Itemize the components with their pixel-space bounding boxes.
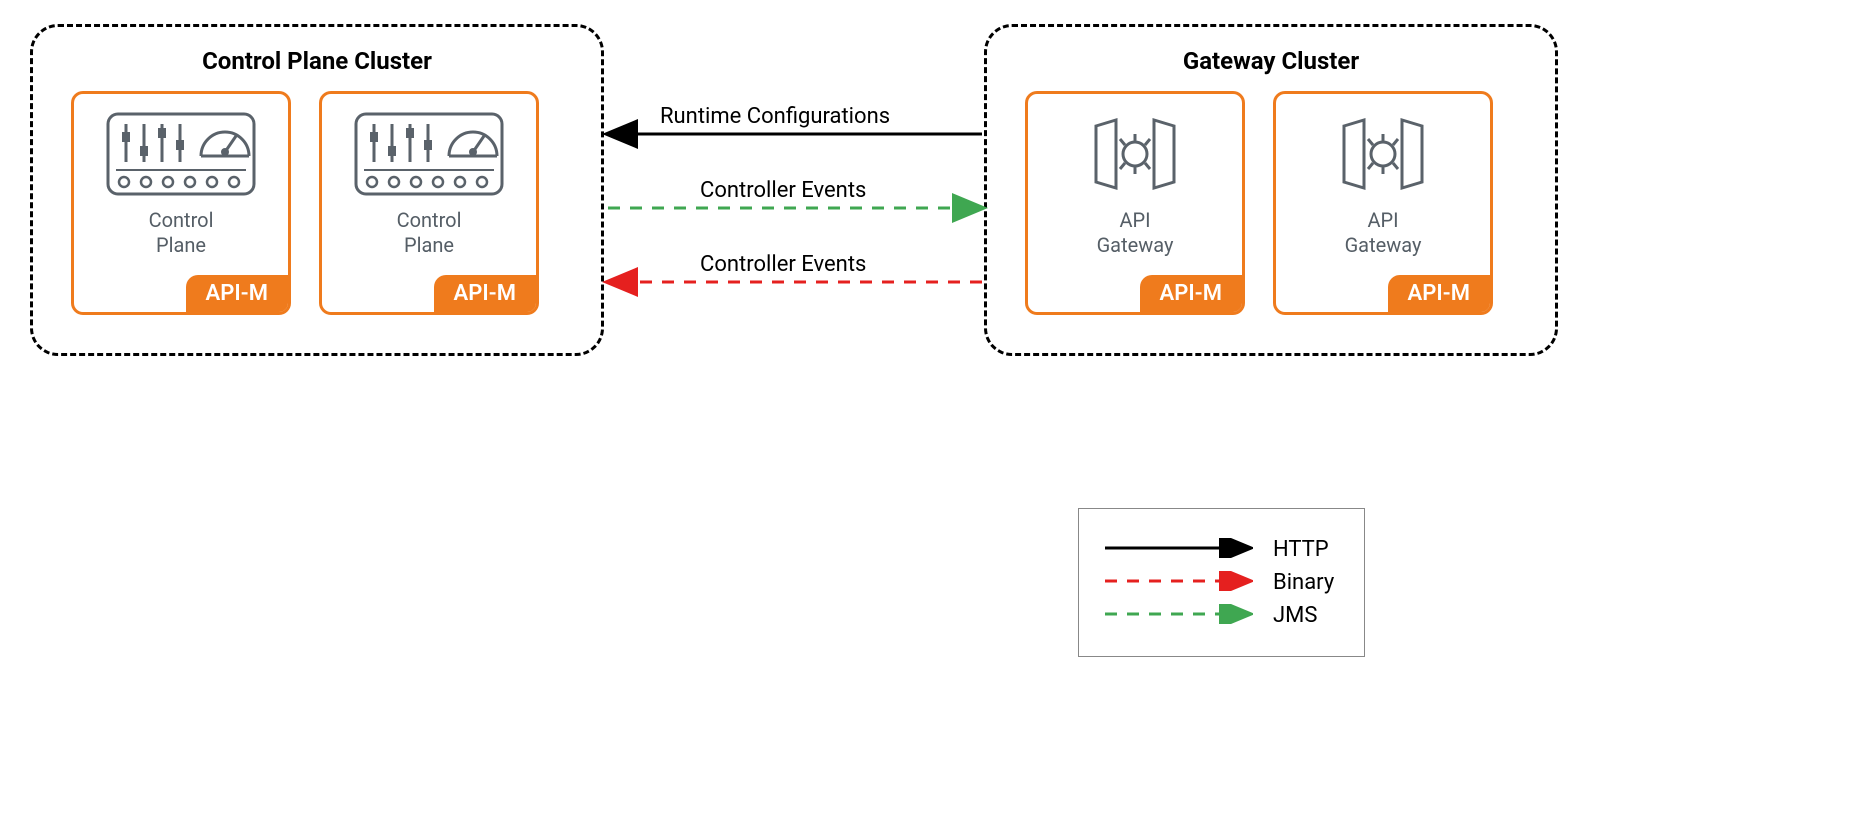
legend-label: HTTP bbox=[1273, 537, 1329, 562]
cluster-nodes: ControlPlane API-M bbox=[33, 91, 601, 353]
gateway-cluster: Gateway Cluster APIGa bbox=[984, 24, 1558, 356]
legend-row-binary: Binary bbox=[1103, 570, 1334, 595]
legend-row-http: HTTP bbox=[1103, 537, 1334, 562]
node-label: ControlPlane bbox=[149, 208, 214, 258]
node-badge: API-M bbox=[1140, 275, 1242, 312]
legend-arrow-binary bbox=[1103, 571, 1253, 595]
control-plane-cluster: Control Plane Cluster bbox=[30, 24, 604, 356]
connector-label-events-green: Controller Events bbox=[700, 178, 866, 203]
connector-label-runtime: Runtime Configurations bbox=[660, 104, 890, 129]
control-plane-node: ControlPlane API-M bbox=[319, 91, 539, 315]
cluster-nodes: APIGateway API-M bbox=[987, 91, 1555, 353]
cluster-title: Control Plane Cluster bbox=[33, 47, 601, 75]
control-panel-icon bbox=[106, 112, 256, 196]
control-panel-icon bbox=[354, 112, 504, 196]
legend-row-jms: JMS bbox=[1103, 603, 1334, 628]
gateway-icon bbox=[1308, 112, 1458, 196]
legend-arrow-jms bbox=[1103, 604, 1253, 628]
connector-label-events-red: Controller Events bbox=[700, 252, 866, 277]
gateway-icon bbox=[1060, 112, 1210, 196]
node-badge: API-M bbox=[434, 275, 536, 312]
control-plane-node: ControlPlane API-M bbox=[71, 91, 291, 315]
legend-arrow-http bbox=[1103, 538, 1253, 562]
cluster-title: Gateway Cluster bbox=[987, 47, 1555, 75]
api-gateway-node: APIGateway API-M bbox=[1025, 91, 1245, 315]
api-gateway-node: APIGateway API-M bbox=[1273, 91, 1493, 315]
node-label: ControlPlane bbox=[397, 208, 462, 258]
node-label: APIGateway bbox=[1097, 208, 1174, 258]
legend-label: JMS bbox=[1273, 603, 1317, 628]
node-badge: API-M bbox=[1388, 275, 1490, 312]
node-label: APIGateway bbox=[1345, 208, 1422, 258]
node-badge: API-M bbox=[186, 275, 288, 312]
legend-label: Binary bbox=[1273, 570, 1334, 595]
legend: HTTP Binary JMS bbox=[1078, 508, 1365, 657]
